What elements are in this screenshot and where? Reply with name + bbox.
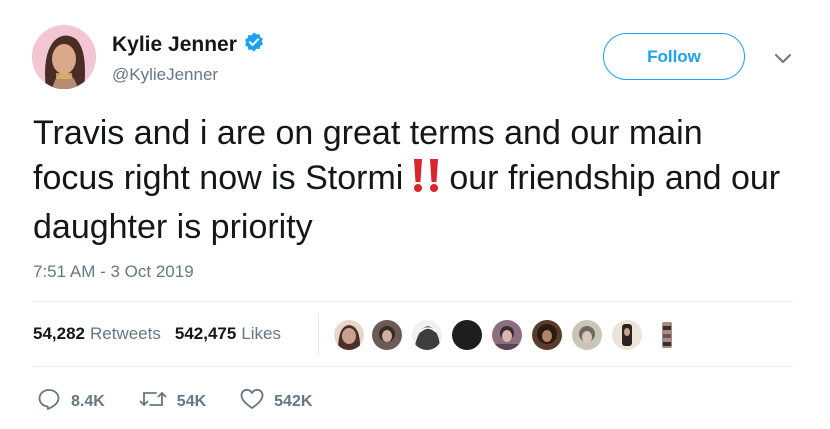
liker-avatar-7[interactable]	[570, 318, 604, 352]
reply-icon	[37, 388, 61, 415]
double-exclamation-emoji-icon	[409, 157, 443, 205]
liker-avatar-9[interactable]	[650, 318, 684, 352]
liker-avatar-3[interactable]	[410, 318, 444, 352]
heart-icon	[240, 388, 264, 415]
retweet-count: 54K	[176, 392, 207, 410]
author-handle[interactable]: @KylieJenner	[112, 65, 218, 85]
stats-separator	[318, 313, 319, 355]
follow-button[interactable]: Follow	[603, 33, 745, 80]
author-display-name[interactable]: Kylie Jenner	[112, 33, 237, 57]
retweets-count[interactable]: 54,282	[33, 324, 85, 344]
like-button[interactable]: 542K	[240, 388, 312, 415]
liker-avatar-2[interactable]	[370, 318, 404, 352]
tweet-actions: 8.4K 54K 542K	[37, 388, 346, 415]
divider	[33, 366, 793, 367]
likes-label[interactable]: Likes	[241, 324, 281, 344]
divider	[33, 301, 793, 302]
chevron-down-icon[interactable]	[770, 48, 796, 68]
retweet-icon	[139, 389, 167, 414]
liker-avatar-8[interactable]	[610, 318, 644, 352]
likes-count[interactable]: 542,475	[175, 324, 236, 344]
retweets-label[interactable]: Retweets	[90, 324, 161, 344]
liker-avatar-4[interactable]	[450, 318, 484, 352]
reply-count: 8.4K	[71, 392, 105, 410]
tweet-stats: 54,282 Retweets 542,475 Likes	[33, 324, 281, 344]
reply-button[interactable]: 8.4K	[37, 388, 105, 415]
tweet-text: Travis and i are on great terms and our …	[33, 111, 793, 250]
liker-avatar-5[interactable]	[490, 318, 524, 352]
liker-avatar-6[interactable]	[530, 318, 564, 352]
author-avatar[interactable]	[32, 25, 96, 89]
verified-badge-icon	[243, 31, 265, 58]
retweet-button[interactable]: 54K	[139, 389, 206, 414]
tweet-timestamp[interactable]: 7:51 AM - 3 Oct 2019	[33, 262, 194, 282]
author-name-row[interactable]: Kylie Jenner	[112, 31, 265, 58]
liker-avatar-1[interactable]	[332, 318, 366, 352]
like-count: 542K	[274, 392, 313, 410]
